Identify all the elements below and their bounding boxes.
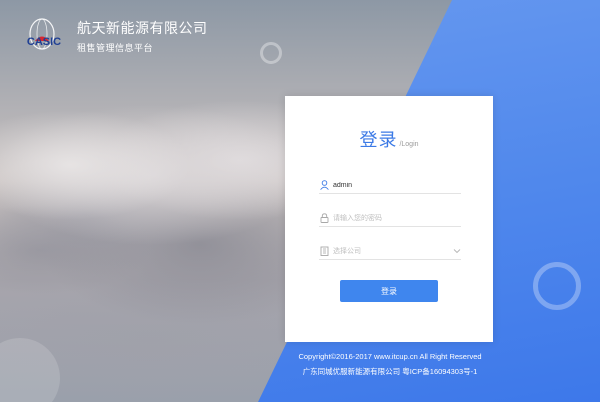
copyright-text: Copyright©2016-2017 www.itcup.cn All Rig… xyxy=(298,352,482,361)
casic-logo: CASIC xyxy=(18,14,70,54)
building-icon xyxy=(319,246,329,257)
company-name: 航天新能源有限公司 xyxy=(77,21,208,37)
username-input[interactable] xyxy=(333,179,461,191)
user-icon xyxy=(319,180,329,191)
password-field xyxy=(319,210,461,227)
decorative-ring xyxy=(260,42,282,64)
company-select-placeholder: 选择公司 xyxy=(333,248,361,255)
svg-text:CASIC: CASIC xyxy=(27,36,61,48)
login-header: 登录/Login xyxy=(285,126,493,152)
login-title: 登录 xyxy=(359,130,398,151)
password-input[interactable] xyxy=(333,212,461,224)
icp-text: 广东同城优服新能源有限公司 粤ICP备16094303号-1 xyxy=(302,367,478,376)
login-subtitle: /Login xyxy=(399,141,419,148)
username-field xyxy=(319,177,461,194)
company-select[interactable]: 选择公司 xyxy=(319,243,461,260)
decorative-ring xyxy=(533,262,581,310)
brand-header: CASIC 航天新能源有限公司 租售管理信息平台 xyxy=(18,14,208,54)
chevron-down-icon xyxy=(453,247,461,255)
platform-name: 租售管理信息平台 xyxy=(77,44,154,54)
lock-icon xyxy=(319,213,329,224)
login-card: 登录/Login 选择公司 xyxy=(285,96,493,342)
login-button[interactable]: 登录 xyxy=(340,280,438,302)
